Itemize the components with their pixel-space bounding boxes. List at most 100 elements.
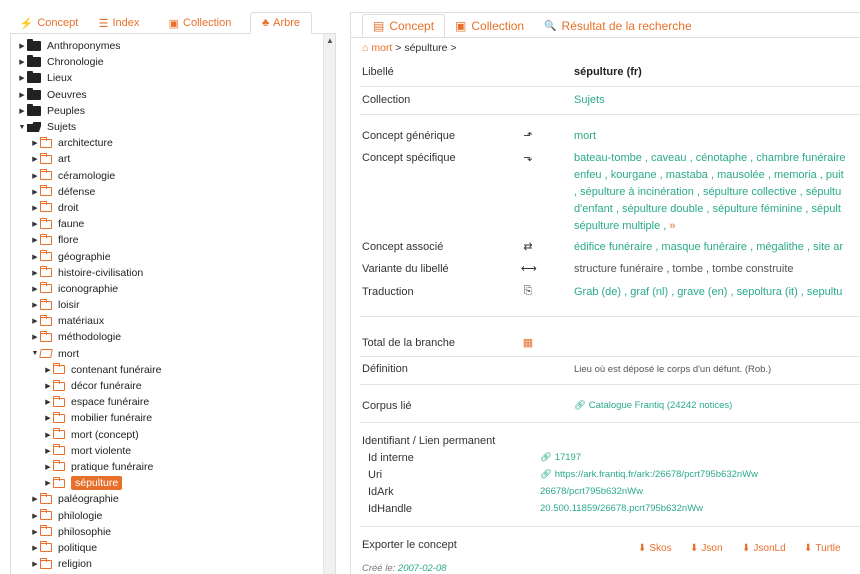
caret-right-icon[interactable]: ▶ bbox=[30, 333, 40, 341]
caret-right-icon[interactable]: ▶ bbox=[30, 285, 40, 293]
tree-node[interactable]: ▶ Chronologie bbox=[17, 54, 161, 70]
specifique-line[interactable]: d'enfant , sépulture double , sépulture … bbox=[574, 203, 860, 220]
tree-node[interactable]: ▶ philologie bbox=[17, 507, 161, 523]
caret-right-icon[interactable]: ▶ bbox=[30, 301, 40, 309]
tree-node[interactable]: ▶ céramologie bbox=[17, 168, 161, 184]
tree-node-label[interactable]: paléographie bbox=[58, 493, 119, 505]
tree-node-label[interactable]: Anthroponymes bbox=[47, 40, 121, 52]
tree-node[interactable]: ▶ droit bbox=[17, 200, 161, 216]
tab-concept-detail[interactable]: ▤ Concept bbox=[362, 14, 446, 38]
tree-node-label[interactable]: méthodologie bbox=[58, 331, 121, 343]
generique-value-link[interactable]: mort bbox=[574, 130, 596, 142]
caret-right-icon[interactable]: ▶ bbox=[17, 107, 27, 115]
tree-node[interactable]: ▼ Sujets bbox=[17, 119, 161, 135]
tree-node-label[interactable]: loisir bbox=[58, 299, 80, 311]
tree-node-label[interactable]: pratique funéraire bbox=[71, 461, 153, 473]
caret-down-icon[interactable]: ▼ bbox=[17, 124, 27, 131]
caret-right-icon[interactable]: ▶ bbox=[30, 512, 40, 520]
tree-node-label[interactable]: mort violente bbox=[71, 445, 131, 457]
tree-node-label[interactable]: histoire-civilisation bbox=[58, 267, 143, 279]
tree-node-label[interactable]: matériaux bbox=[58, 315, 104, 327]
caret-right-icon[interactable]: ▶ bbox=[30, 220, 40, 228]
tree-node[interactable]: ▶ Lieux bbox=[17, 70, 161, 86]
tree-node[interactable]: ▶ sépulture bbox=[17, 475, 161, 491]
caret-right-icon[interactable]: ▶ bbox=[43, 431, 53, 439]
tree-node-label[interactable]: Oeuvres bbox=[47, 89, 87, 101]
idark-link[interactable]: 26678/pcrt795b632nWw bbox=[540, 486, 643, 497]
tree-node-label[interactable]: céramologie bbox=[58, 170, 115, 182]
tree-node-label[interactable]: politique bbox=[58, 542, 97, 554]
tab-collection[interactable]: ▣ Collection bbox=[150, 12, 250, 34]
tree-node-label[interactable]: Lieux bbox=[47, 72, 72, 84]
tab-collection-detail[interactable]: ▣ Collection bbox=[445, 14, 534, 38]
tree-node[interactable]: ▶ défense bbox=[17, 184, 161, 200]
caret-right-icon[interactable]: ▶ bbox=[30, 495, 40, 503]
traduction-values[interactable]: Grab (de) , graf (nl) , grave (en) , sep… bbox=[574, 286, 860, 298]
tree-node-label[interactable]: droit bbox=[58, 202, 78, 214]
tab-arbre[interactable]: ♣ Arbre bbox=[250, 12, 312, 34]
home-icon[interactable]: ⌂ bbox=[362, 42, 368, 54]
caret-right-icon[interactable]: ▶ bbox=[17, 42, 27, 50]
tab-search-result[interactable]: 🔍 Résultat de la recherche bbox=[534, 14, 702, 38]
corpus-link[interactable]: 🔗︎ Catalogue Frantiq (24242 notices) bbox=[574, 400, 732, 411]
tree-node-label[interactable]: décor funéraire bbox=[71, 380, 142, 392]
tab-concept[interactable]: ⚡ Concept bbox=[10, 12, 88, 34]
tree-node-label[interactable]: défense bbox=[58, 186, 95, 198]
tree-node-label[interactable]: Sujets bbox=[47, 121, 76, 133]
tree-node[interactable]: ▶ histoire-civilisation bbox=[17, 265, 161, 281]
caret-right-icon[interactable]: ▶ bbox=[30, 139, 40, 147]
tree-node[interactable]: ▶ flore bbox=[17, 232, 161, 248]
tree-node-label[interactable]: espace funéraire bbox=[71, 396, 149, 408]
tree-node[interactable]: ▶ Anthroponymes bbox=[17, 38, 161, 54]
tree-node[interactable]: ▶ Peuples bbox=[17, 103, 161, 119]
tree-node[interactable]: ▶ matériaux bbox=[17, 313, 161, 329]
export-json-button[interactable]: ⬇ Json bbox=[690, 543, 723, 554]
caret-right-icon[interactable]: ▶ bbox=[30, 317, 40, 325]
associe-values[interactable]: édifice funéraire , masque funéraire , m… bbox=[574, 241, 860, 253]
tree-node[interactable]: ▶ mort (concept) bbox=[17, 427, 161, 443]
tree-node-label[interactable]: faune bbox=[58, 218, 84, 230]
caret-right-icon[interactable]: ▶ bbox=[30, 544, 40, 552]
tree-node[interactable]: ▶ méthodologie bbox=[17, 329, 161, 345]
tree-scrollbar[interactable]: ▲ bbox=[323, 34, 335, 574]
caret-right-icon[interactable]: ▶ bbox=[30, 204, 40, 212]
tree-node[interactable]: ▶ géographie bbox=[17, 248, 161, 264]
caret-right-icon[interactable]: ▶ bbox=[17, 74, 27, 82]
tree-node[interactable]: ▶ art bbox=[17, 151, 161, 167]
caret-right-icon[interactable]: ▶ bbox=[30, 155, 40, 163]
caret-right-icon[interactable]: ▶ bbox=[30, 188, 40, 196]
uri-link[interactable]: 🔗︎ https://ark.frantiq.fr/ark:/26678/pcr… bbox=[540, 469, 758, 480]
specifique-line[interactable]: bateau-tombe , caveau , cénotaphe , cham… bbox=[574, 152, 860, 169]
tab-index[interactable]: ☰ Index bbox=[88, 12, 150, 34]
tree-node-label[interactable]: géographie bbox=[58, 251, 111, 263]
caret-right-icon[interactable]: ▶ bbox=[30, 560, 40, 568]
more-link[interactable]: » bbox=[669, 220, 675, 232]
tree-node[interactable]: ▶ Oeuvres bbox=[17, 87, 161, 103]
tree-node[interactable]: ▶ décor funéraire bbox=[17, 378, 161, 394]
caret-right-icon[interactable]: ▶ bbox=[43, 382, 53, 390]
caret-right-icon[interactable]: ▶ bbox=[30, 253, 40, 261]
tree-node[interactable]: ▶ faune bbox=[17, 216, 161, 232]
caret-right-icon[interactable]: ▶ bbox=[30, 236, 40, 244]
tree-node-label[interactable]: architecture bbox=[58, 137, 113, 149]
tree-node[interactable]: ▶ philosophie bbox=[17, 524, 161, 540]
tree-node[interactable]: ▶ mort violente bbox=[17, 443, 161, 459]
specifique-line[interactable]: sépulture multiple , » bbox=[574, 220, 860, 237]
caret-right-icon[interactable]: ▶ bbox=[43, 447, 53, 455]
caret-right-icon[interactable]: ▶ bbox=[43, 366, 53, 374]
tree-node-label[interactable]: mort bbox=[58, 348, 79, 360]
tree-node[interactable]: ▼ mort bbox=[17, 346, 161, 362]
idhandle-link[interactable]: 20.500.11859/26678.pcrt795b632nWw bbox=[540, 503, 703, 514]
tree-node[interactable]: ▶ loisir bbox=[17, 297, 161, 313]
caret-right-icon[interactable]: ▶ bbox=[17, 58, 27, 66]
tree-node-label[interactable]: Chronologie bbox=[47, 56, 104, 68]
export-turtle-button[interactable]: ⬇ Turtle bbox=[804, 543, 841, 554]
tree-node-label[interactable]: Peuples bbox=[47, 105, 85, 117]
tree-node-label[interactable]: mort (concept) bbox=[71, 429, 139, 441]
scroll-up-icon[interactable]: ▲ bbox=[326, 36, 334, 45]
specifique-line[interactable]: enfeu , kourgane , mastaba , mausolée , … bbox=[574, 169, 860, 186]
caret-right-icon[interactable]: ▶ bbox=[30, 528, 40, 536]
tree-node-label[interactable]: mobilier funéraire bbox=[71, 412, 152, 424]
specifique-line[interactable]: , sépulture à incinération , sépulture c… bbox=[574, 186, 860, 203]
tree-node[interactable]: ▶ architecture bbox=[17, 135, 161, 151]
